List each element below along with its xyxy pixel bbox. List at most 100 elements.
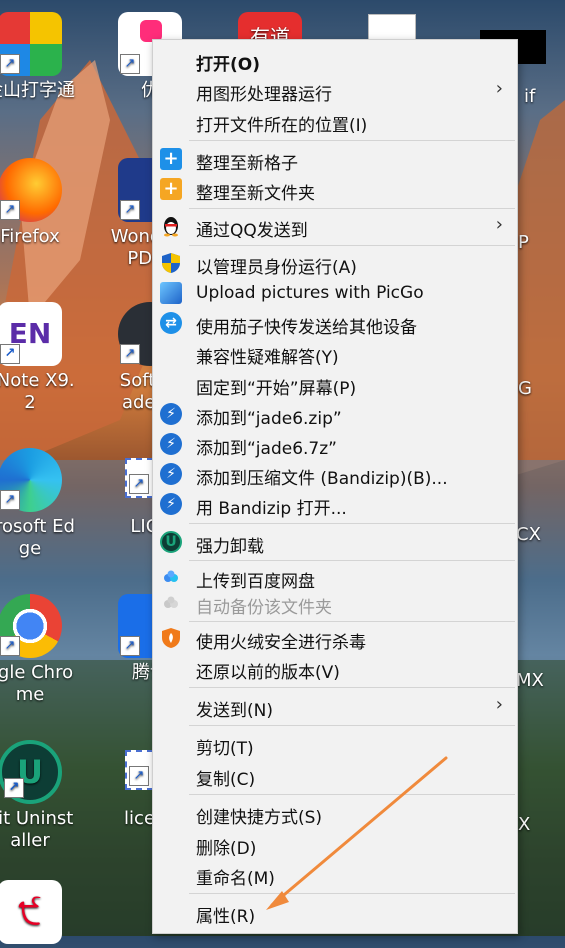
netease-music-icon: ੯ — [0, 880, 62, 944]
menu-item-properties[interactable]: 属性(R) — [153, 897, 517, 927]
baidu-cloud-gray-icon — [160, 592, 182, 614]
shortcut-arrow-icon: ↗ — [0, 490, 20, 510]
desktop-icon-netease[interactable]: ੯ — [0, 880, 80, 948]
menu-item-label: 打开(O) — [196, 55, 260, 75]
menu-item-label: 还原以前的版本(V) — [196, 663, 340, 683]
menu-item-pin-to-start[interactable]: 固定到“开始”屏幕(P) — [153, 369, 517, 399]
menu-item-add-to-archive[interactable]: ⚡ 添加到压缩文件 (Bandizip)(B)... — [153, 459, 517, 489]
menu-item-force-uninstall[interactable]: U 强力卸载 — [153, 527, 517, 557]
bandizip-icon: ⚡ — [160, 463, 182, 485]
baidu-cloud-icon — [160, 566, 182, 588]
picgo-icon — [160, 282, 182, 304]
submenu-chevron-icon: › — [495, 694, 503, 715]
bandizip-icon: ⚡ — [160, 433, 182, 455]
share-arrows-icon: ⇄ — [160, 312, 182, 334]
menu-separator — [189, 140, 515, 141]
context-menu: 打开(O) 用图形处理器运行 › 打开文件所在的位置(I) + 整理至新格子 +… — [152, 39, 518, 934]
menu-item-copy[interactable]: 复制(C) — [153, 760, 517, 790]
plus-square-blue-icon: + — [160, 148, 182, 170]
menu-item-label: 剪切(T) — [196, 739, 254, 759]
plus-square-orange-icon: + — [160, 178, 182, 200]
menu-item-label: 用 Bandizip 打开... — [196, 499, 347, 519]
shortcut-arrow-icon: ↗ — [120, 344, 140, 364]
desktop-icon-edge[interactable]: ↗ crosoft Ed ge — [0, 448, 80, 560]
menu-item-label: 固定到“开始”屏幕(P) — [196, 379, 357, 399]
menu-item-label: 通过QQ发送到 — [196, 221, 308, 241]
menu-item-label: 属性(R) — [196, 907, 256, 927]
menu-item-send-via-qq[interactable]: 通过QQ发送到 › — [153, 211, 517, 241]
shortcut-arrow-icon: ↗ — [0, 200, 20, 220]
endnote-icon: EN ↗ — [0, 302, 62, 366]
menu-item-label: 使用火绒安全进行杀毒 — [196, 633, 366, 653]
menu-item-label: 删除(D) — [196, 839, 257, 859]
jinshan-typing-icon: ↗ — [0, 12, 62, 76]
menu-item-delete[interactable]: 删除(D) — [153, 829, 517, 859]
iobit-uninstaller-icon: U ↗ — [0, 740, 62, 804]
menu-separator — [189, 208, 515, 209]
edge-icon: ↗ — [0, 448, 62, 512]
menu-item-label: 自动备份该文件夹 — [196, 598, 332, 618]
desktop-icon-endnote[interactable]: EN ↗ dNote X9. 2 — [0, 302, 80, 414]
desktop-icon-label: ogle Chro me — [0, 662, 74, 705]
desktop-icon-firefox[interactable]: ↗ Firefox — [0, 158, 80, 248]
menu-item-label: 整理至新格子 — [196, 154, 298, 174]
menu-item-label: 重命名(M) — [196, 869, 275, 889]
menu-item-send-to[interactable]: 发送到(N) › — [153, 691, 517, 721]
huorong-shield-icon — [160, 627, 182, 649]
menu-item-create-shortcut[interactable]: 创建快捷方式(S) — [153, 798, 517, 828]
menu-item-open[interactable]: 打开(O) — [153, 45, 517, 75]
menu-item-label: 添加到压缩文件 (Bandizip)(B)... — [196, 469, 448, 489]
menu-item-label: 用图形处理器运行 — [196, 85, 332, 105]
menu-item-label: 添加到“jade6.7z” — [196, 439, 337, 459]
desktop-icon-label: crosoft Ed ge — [0, 516, 75, 559]
menu-separator — [189, 245, 515, 246]
uac-shield-icon — [160, 252, 182, 274]
desktop-icon-label: bit Uninst aller — [0, 808, 74, 851]
shortcut-arrow-icon: ↗ — [129, 474, 149, 494]
menu-separator — [189, 621, 515, 622]
menu-item-label: 强力卸载 — [196, 537, 264, 557]
menu-separator — [189, 725, 515, 726]
submenu-chevron-icon: › — [495, 78, 503, 99]
menu-item-auto-backup: 自动备份该文件夹 — [153, 588, 517, 618]
desktop-icon-label: 金山打字通 — [0, 80, 75, 101]
menu-item-add-to-zip[interactable]: ⚡ 添加到“jade6.zip” — [153, 399, 517, 429]
desktop-icon-chrome[interactable]: ↗ ogle Chro me — [0, 594, 80, 706]
menu-item-send-shareit[interactable]: ⇄ 使用茄子快传发送给其他设备 — [153, 308, 517, 338]
bandizip-icon: ⚡ — [160, 493, 182, 515]
firefox-icon: ↗ — [0, 158, 62, 222]
menu-item-huorong-scan[interactable]: 使用火绒安全进行杀毒 — [153, 623, 517, 653]
menu-item-label: 使用茄子快传发送给其他设备 — [196, 318, 417, 338]
shortcut-arrow-icon: ↗ — [0, 636, 20, 656]
menu-item-compat-troubleshoot[interactable]: 兼容性疑难解答(Y) — [153, 338, 517, 368]
menu-item-label: 复制(C) — [196, 770, 256, 790]
menu-item-open-with-bandizip[interactable]: ⚡ 用 Bandizip 打开... — [153, 489, 517, 519]
menu-separator — [189, 893, 515, 894]
menu-item-organize-new-folder[interactable]: + 整理至新文件夹 — [153, 174, 517, 204]
menu-item-rename[interactable]: 重命名(M) — [153, 859, 517, 889]
menu-separator — [189, 687, 515, 688]
menu-item-cut[interactable]: 剪切(T) — [153, 729, 517, 759]
shortcut-arrow-icon: ↗ — [120, 200, 140, 220]
menu-item-upload-picgo[interactable]: Upload pictures with PicGo — [153, 278, 517, 308]
menu-item-add-to-7z[interactable]: ⚡ 添加到“jade6.7z” — [153, 429, 517, 459]
desktop-icon-jinshan[interactable]: ↗ 金山打字通 — [0, 12, 80, 102]
desktop-icon-label: Firefox — [0, 226, 60, 247]
shortcut-arrow-icon: ↗ — [120, 54, 140, 74]
menu-item-run-with-gpu[interactable]: 用图形处理器运行 › — [153, 75, 517, 105]
menu-item-label: 发送到(N) — [196, 701, 273, 721]
menu-item-label: 打开文件所在的位置(I) — [196, 116, 368, 136]
menu-item-run-as-admin[interactable]: 以管理员身份运行(A) — [153, 248, 517, 278]
menu-item-label: 创建快捷方式(S) — [196, 808, 323, 828]
desktop-icon-label: dNote X9. 2 — [0, 370, 75, 413]
shortcut-arrow-icon: ↗ — [0, 54, 20, 74]
menu-item-organize-new-grid[interactable]: + 整理至新格子 — [153, 144, 517, 174]
menu-item-label: 添加到“jade6.zip” — [196, 409, 342, 429]
desktop-icon-iobit[interactable]: U ↗ bit Uninst aller — [0, 740, 80, 852]
iobit-uninstaller-icon: U — [160, 531, 182, 553]
menu-item-open-file-location[interactable]: 打开文件所在的位置(I) — [153, 106, 517, 136]
qq-penguin-icon — [160, 215, 182, 237]
menu-item-restore-previous[interactable]: 还原以前的版本(V) — [153, 653, 517, 683]
menu-item-label: Upload pictures with PicGo — [196, 283, 424, 303]
shortcut-arrow-icon: ↗ — [0, 344, 20, 364]
